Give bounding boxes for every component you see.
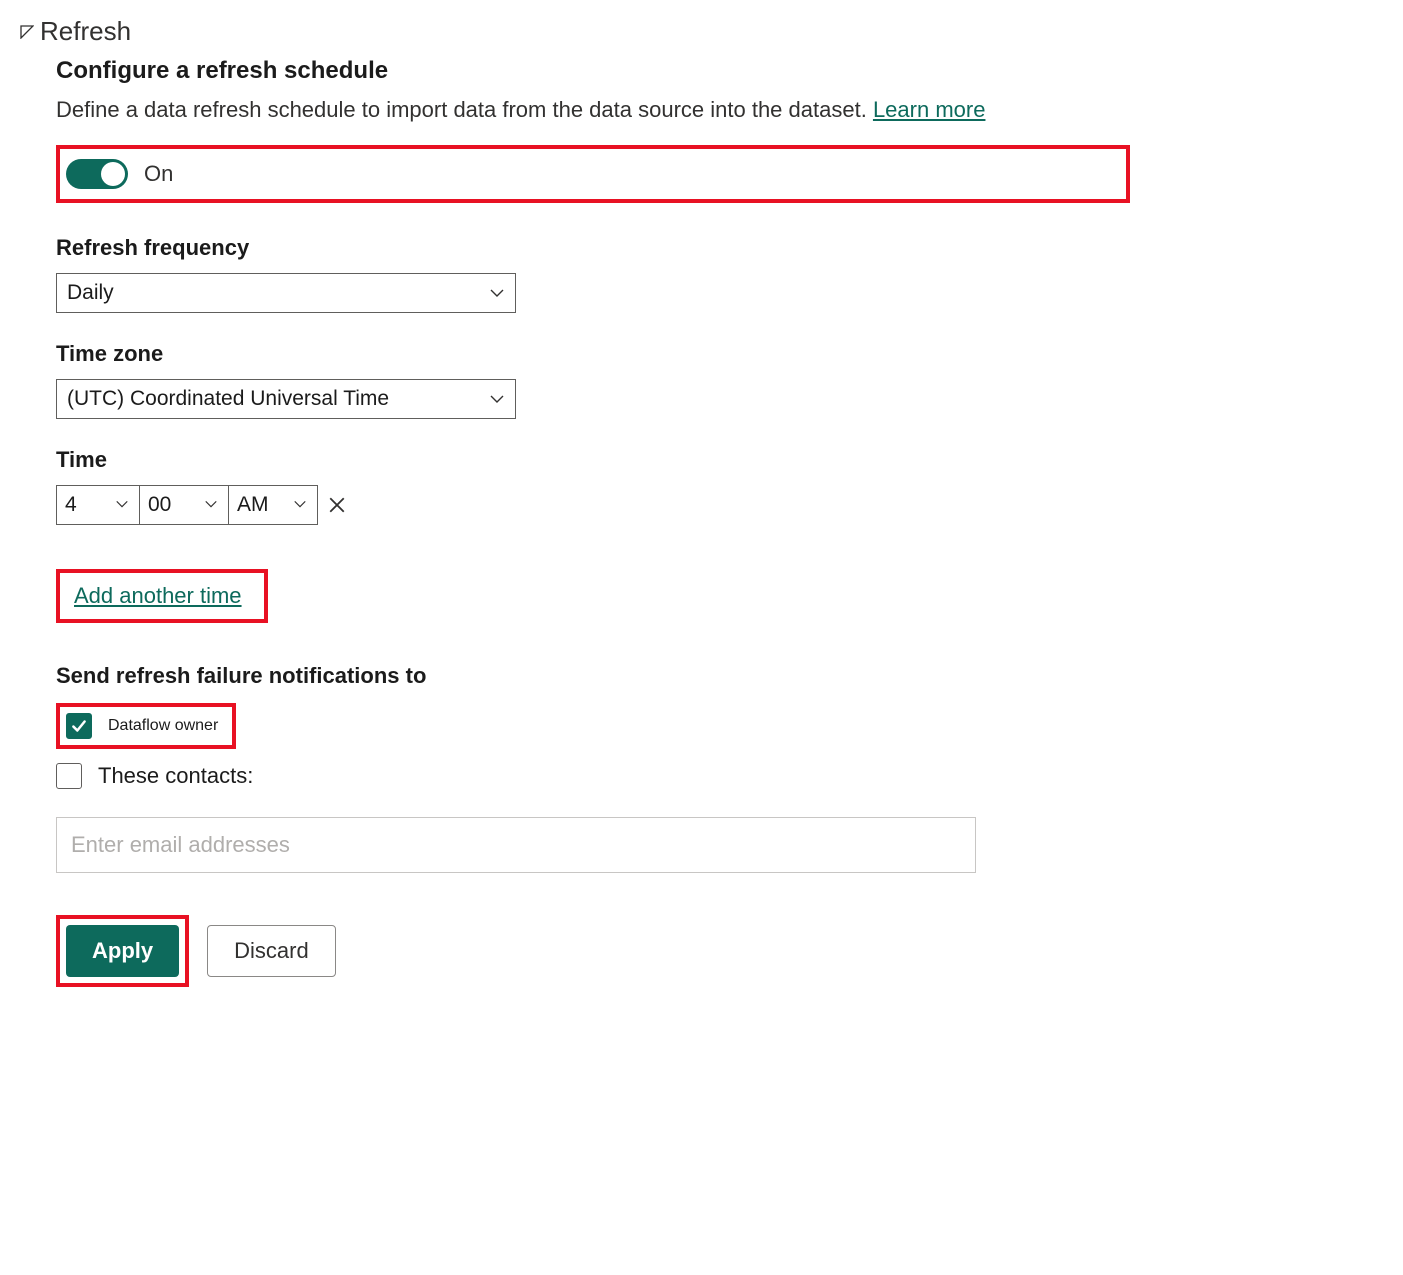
time-hour-select[interactable]: 4 (56, 485, 140, 525)
notify-label: Send refresh failure notifications to (56, 663, 1130, 689)
add-another-time-link[interactable]: Add another time (66, 579, 250, 612)
these-contacts-label: These contacts: (98, 763, 253, 789)
frequency-value: Daily (67, 281, 114, 305)
time-label: Time (56, 447, 1130, 473)
frequency-label: Refresh frequency (56, 235, 1130, 261)
toggle-state-label: On (144, 161, 173, 187)
collapse-triangle-icon (20, 25, 34, 39)
timezone-label: Time zone (56, 341, 1130, 367)
learn-more-link[interactable]: Learn more (873, 97, 986, 122)
toggle-knob (101, 162, 125, 186)
configure-subtitle: Configure a refresh schedule (56, 57, 1130, 85)
apply-highlight: Apply (56, 915, 189, 987)
remove-time-button[interactable] (324, 492, 350, 518)
these-contacts-checkbox[interactable] (56, 763, 82, 789)
apply-button[interactable]: Apply (66, 925, 179, 977)
chevron-down-icon (489, 285, 505, 301)
time-hour-value: 4 (65, 493, 77, 517)
timezone-select[interactable]: (UTC) Coordinated Universal Time (56, 379, 516, 419)
chevron-down-icon (293, 497, 309, 513)
schedule-toggle-highlight: On (56, 145, 1130, 203)
these-contacts-row: These contacts: (56, 763, 1130, 789)
action-buttons: Apply Discard (56, 915, 1130, 987)
configure-description: Define a data refresh schedule to import… (56, 97, 1130, 123)
frequency-select[interactable]: Daily (56, 273, 516, 313)
section-title: Refresh (40, 16, 131, 47)
time-ampm-value: AM (237, 493, 269, 517)
section-header[interactable]: Refresh (20, 16, 1383, 47)
contacts-email-input[interactable] (56, 817, 976, 873)
discard-button[interactable]: Discard (207, 925, 336, 977)
time-minute-select[interactable]: 00 (139, 485, 229, 525)
chevron-down-icon (115, 497, 131, 513)
time-minute-value: 00 (148, 493, 171, 517)
time-row: 4 00 AM (56, 485, 1130, 525)
dataflow-owner-checkbox[interactable] (66, 713, 92, 739)
add-time-highlight: Add another time (56, 569, 268, 623)
chevron-down-icon (204, 497, 220, 513)
time-ampm-select[interactable]: AM (228, 485, 318, 525)
chevron-down-icon (489, 391, 505, 407)
dataflow-owner-label: Dataflow owner (108, 717, 218, 735)
dataflow-owner-highlight: Dataflow owner (56, 703, 236, 749)
schedule-toggle[interactable] (66, 159, 128, 189)
timezone-value: (UTC) Coordinated Universal Time (67, 387, 389, 411)
